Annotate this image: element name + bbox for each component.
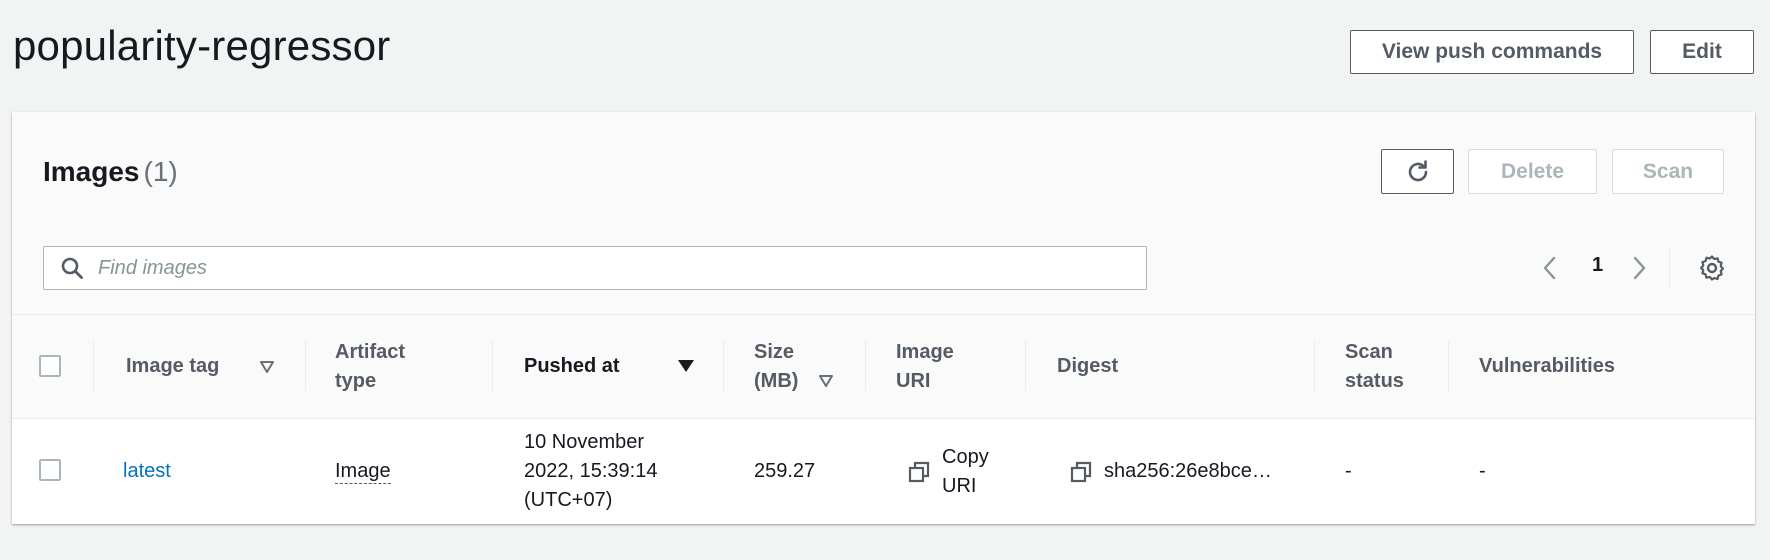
column-header-vulnerabilities[interactable]: Vulnerabilities	[1479, 315, 1679, 418]
select-all-checkbox[interactable]	[39, 355, 61, 377]
edit-button[interactable]: Edit	[1650, 30, 1754, 74]
refresh-button[interactable]	[1381, 149, 1454, 194]
column-divider	[1448, 341, 1449, 391]
scan-button[interactable]: Scan	[1612, 149, 1724, 194]
search-field[interactable]	[43, 246, 1147, 290]
column-divider	[1025, 341, 1026, 391]
images-count: (1)	[143, 156, 178, 187]
settings-gear-icon[interactable]	[1698, 254, 1726, 282]
vulnerabilities-cell: -	[1479, 419, 1486, 524]
copy-uri-button[interactable]: Copy URI	[908, 419, 994, 524]
column-divider	[1314, 341, 1315, 391]
sort-down-outline-icon[interactable]	[259, 360, 275, 374]
row-select-checkbox[interactable]	[39, 459, 61, 481]
size-cell: 259.27	[754, 419, 815, 524]
previous-page-button[interactable]	[1540, 252, 1560, 284]
column-label-size: Size (MB)	[754, 340, 799, 392]
sort-down-filled-icon[interactable]	[677, 359, 695, 373]
sort-down-outline-icon[interactable]	[818, 374, 834, 388]
table-header: Image tag Artifact type Pushed at Size (…	[12, 314, 1755, 419]
column-header-pushed-at[interactable]: Pushed at	[524, 315, 684, 418]
column-divider	[492, 341, 493, 391]
view-push-commands-button[interactable]: View push commands	[1350, 30, 1634, 74]
table-row: latest Image 10 November 2022, 15:39:14 …	[12, 419, 1755, 524]
delete-button[interactable]: Delete	[1468, 149, 1597, 194]
chevron-left-icon	[1543, 256, 1556, 280]
column-label-pushed-at: Pushed at	[524, 355, 620, 377]
search-input[interactable]	[96, 255, 1100, 281]
scan-status-value: -	[1345, 460, 1352, 482]
copy-digest-icon[interactable]	[1070, 461, 1092, 483]
column-header-artifact-type[interactable]: Artifact type	[335, 315, 465, 418]
vulnerabilities-value: -	[1479, 460, 1486, 482]
image-tag-cell: latest	[123, 419, 171, 524]
column-label-artifact-type: Artifact type	[335, 340, 406, 392]
copy-icon	[908, 461, 930, 482]
column-header-image-uri[interactable]: Image URI	[896, 315, 996, 418]
column-header-digest[interactable]: Digest	[1057, 315, 1257, 418]
column-label-image-tag: Image tag	[126, 355, 220, 377]
artifact-type-value[interactable]: Image	[335, 459, 391, 484]
search-icon	[61, 257, 83, 279]
column-divider	[93, 341, 94, 391]
column-label-digest: Digest	[1057, 355, 1119, 377]
pushed-at-value: 10 November 2022, 15:39:14 (UTC+07)	[524, 431, 658, 511]
column-label-image-uri: Image URI	[896, 340, 954, 392]
artifact-type-cell: Image	[335, 419, 391, 524]
image-tag-link[interactable]: latest	[123, 457, 171, 486]
pagination-divider	[1669, 248, 1670, 288]
images-heading: Images	[43, 156, 140, 187]
copy-uri-label: Copy URI	[942, 445, 989, 497]
next-page-button[interactable]	[1629, 252, 1649, 284]
size-value: 259.27	[754, 460, 816, 482]
images-panel: Images(1) Delete Scan 1 Image	[12, 112, 1755, 524]
scan-status-cell: -	[1345, 419, 1352, 524]
pushed-at-cell: 10 November 2022, 15:39:14 (UTC+07)	[524, 419, 684, 524]
column-header-image-tag[interactable]: Image tag	[126, 315, 276, 418]
column-header-size[interactable]: Size (MB)	[754, 315, 824, 418]
page-title: popularity-regressor	[13, 22, 391, 69]
column-label-scan-status: Scan status	[1345, 340, 1404, 392]
column-divider	[723, 341, 724, 391]
digest-cell: sha256:26e8bce…	[1070, 419, 1272, 524]
column-divider	[305, 341, 306, 391]
refresh-icon	[1408, 159, 1427, 181]
column-divider	[865, 341, 866, 391]
images-panel-title: Images (1)	[43, 156, 178, 188]
column-header-scan-status[interactable]: Scan status	[1345, 315, 1445, 418]
column-label-vulnerabilities: Vulnerabilities	[1479, 355, 1615, 377]
digest-value: sha256:26e8bce…	[1104, 460, 1272, 482]
current-page-number[interactable]: 1	[1592, 254, 1603, 277]
chevron-right-icon	[1633, 256, 1646, 280]
